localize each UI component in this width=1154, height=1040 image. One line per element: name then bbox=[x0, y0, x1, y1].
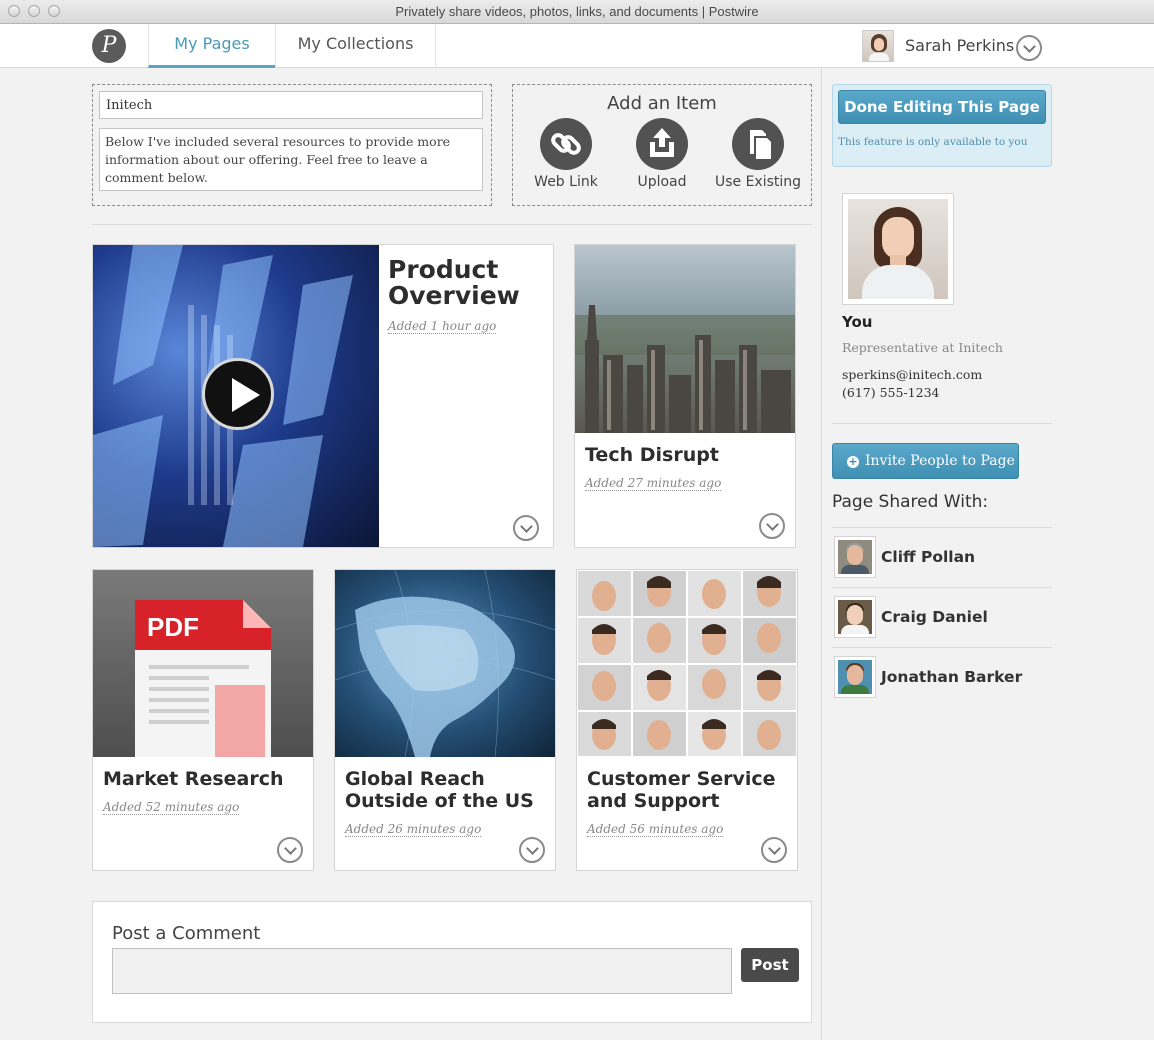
item-added-time: Added 27 minutes ago bbox=[585, 476, 722, 491]
item-added-time: Added 1 hour ago bbox=[388, 319, 497, 334]
user-menu-chevron-icon[interactable] bbox=[1016, 35, 1042, 61]
done-editing-button[interactable]: Done Editing This Page bbox=[838, 90, 1046, 124]
link-icon bbox=[540, 118, 592, 170]
upload-button[interactable]: Upload bbox=[616, 118, 708, 190]
postwire-logo[interactable]: P bbox=[92, 29, 126, 63]
upload-icon bbox=[636, 118, 688, 170]
faces-thumbnail[interactable] bbox=[577, 570, 797, 757]
item-title[interactable]: Tech Disrupt bbox=[585, 444, 785, 466]
profile-email[interactable]: sperkins@initech.com bbox=[842, 367, 982, 382]
item-added-time: Added 52 minutes ago bbox=[103, 800, 240, 815]
sidebar-divider bbox=[832, 423, 1052, 424]
shared-user-name: Craig Daniel bbox=[881, 608, 988, 626]
shared-user-avatar bbox=[834, 596, 876, 638]
item-options-chevron-icon[interactable] bbox=[519, 837, 545, 863]
shared-user-name: Cliff Pollan bbox=[881, 548, 976, 566]
window-titlebar: Privately share videos, photos, links, a… bbox=[0, 0, 1154, 24]
window-title: Privately share videos, photos, links, a… bbox=[395, 4, 759, 19]
shared-user-avatar bbox=[834, 536, 876, 578]
done-editing-note: This feature is only available to you bbox=[838, 136, 1028, 148]
shared-user-row[interactable]: Jonathan Barker bbox=[832, 648, 1052, 708]
item-title[interactable]: Customer Service and Support bbox=[587, 768, 792, 812]
profile-photo bbox=[848, 199, 948, 299]
shared-user-name: Jonathan Barker bbox=[881, 668, 1023, 686]
shared-with-title: Page Shared With: bbox=[832, 492, 989, 512]
user-avatar[interactable] bbox=[862, 30, 894, 62]
profile-role: Representative at Initech bbox=[842, 340, 1003, 355]
play-icon[interactable] bbox=[202, 358, 274, 430]
item-added-time: Added 56 minutes ago bbox=[587, 822, 724, 837]
web-link-button[interactable]: Web Link bbox=[520, 118, 612, 190]
profile-photo-frame bbox=[842, 193, 954, 305]
page-description-input[interactable]: Below I've included several resources to… bbox=[99, 128, 483, 191]
item-added-time: Added 26 minutes ago bbox=[345, 822, 482, 837]
invite-people-button[interactable]: + Invite People to Page bbox=[832, 443, 1019, 479]
divider bbox=[92, 224, 812, 225]
item-options-chevron-icon[interactable] bbox=[761, 837, 787, 863]
pdf-badge: PDF bbox=[147, 612, 199, 642]
comment-input[interactable] bbox=[112, 948, 732, 994]
shared-user-row[interactable]: Cliff Pollan bbox=[832, 528, 1052, 588]
tab-my-pages[interactable]: My Pages bbox=[148, 24, 275, 68]
add-item-title: Add an Item bbox=[607, 93, 717, 114]
item-card-tech-disrupt[interactable]: Tech Disrupt Added 27 minutes ago bbox=[574, 244, 796, 548]
item-options-chevron-icon[interactable] bbox=[513, 515, 539, 541]
profile-phone: (617) 555-1234 bbox=[842, 385, 940, 400]
item-card-product-overview[interactable]: Product Overview Added 1 hour ago bbox=[92, 244, 554, 548]
profile-name: You bbox=[842, 313, 873, 331]
item-options-chevron-icon[interactable] bbox=[277, 837, 303, 863]
post-comment-button[interactable]: Post bbox=[741, 948, 799, 982]
tab-my-collections[interactable]: My Collections bbox=[275, 24, 436, 68]
copy-icon bbox=[732, 118, 784, 170]
shared-user-row[interactable]: Craig Daniel bbox=[832, 588, 1052, 648]
invite-button-label: Invite People to Page bbox=[865, 453, 1015, 469]
item-card-market-research[interactable]: PDF Market Research Added 52 minutes ago bbox=[92, 569, 314, 871]
item-card-global-reach[interactable]: Global Reach Outside of the US Added 26 … bbox=[334, 569, 556, 871]
shared-user-avatar bbox=[834, 656, 876, 698]
map-thumbnail[interactable] bbox=[335, 570, 555, 757]
use-existing-button[interactable]: Use Existing bbox=[712, 118, 804, 190]
sidebar-divider bbox=[821, 68, 822, 1040]
upload-label: Upload bbox=[637, 174, 687, 190]
user-name[interactable]: Sarah Perkins bbox=[905, 36, 1014, 55]
item-card-customer-service[interactable]: Customer Service and Support Added 56 mi… bbox=[576, 569, 798, 871]
item-options-chevron-icon[interactable] bbox=[759, 513, 785, 539]
pdf-thumbnail[interactable]: PDF bbox=[93, 570, 313, 757]
item-title[interactable]: Product Overview bbox=[388, 257, 548, 309]
item-title[interactable]: Global Reach Outside of the US bbox=[345, 768, 550, 812]
city-thumbnail[interactable] bbox=[575, 245, 795, 433]
video-thumbnail[interactable] bbox=[93, 245, 379, 547]
top-nav: P My Pages My Collections Sarah Perkins bbox=[0, 24, 1154, 68]
web-link-label: Web Link bbox=[534, 174, 598, 190]
item-title[interactable]: Market Research bbox=[103, 768, 303, 790]
plus-icon: + bbox=[847, 455, 859, 468]
use-existing-label: Use Existing bbox=[714, 174, 802, 190]
page-title-input[interactable] bbox=[99, 91, 483, 119]
comment-label: Post a Comment bbox=[112, 923, 261, 944]
